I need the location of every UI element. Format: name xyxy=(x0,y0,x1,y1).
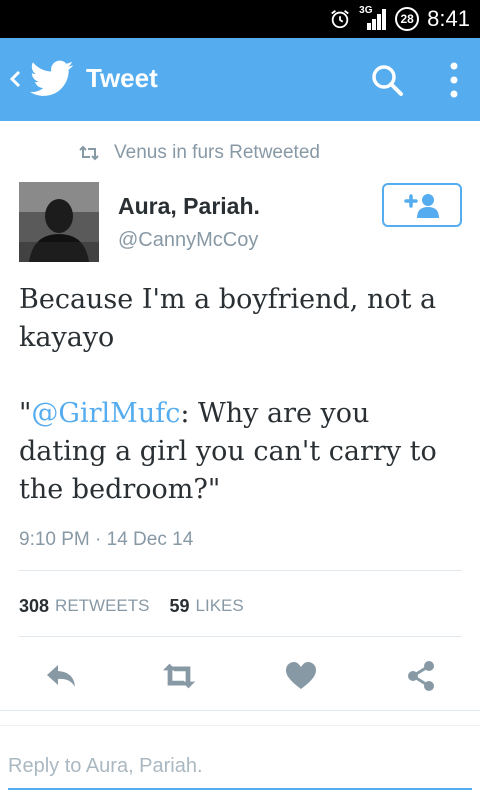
tweet-stats: 308 RETWEETS 59 LIKES xyxy=(19,594,264,618)
tweet-quote: "@GirlMufc: Why are you dating a girl yo… xyxy=(19,398,437,505)
avatar[interactable] xyxy=(19,182,99,262)
page-title: Tweet xyxy=(86,63,158,93)
retweet-context: Venus in furs Retweeted xyxy=(78,141,320,165)
divider xyxy=(0,725,480,726)
reply-button[interactable] xyxy=(43,658,79,694)
status-bar: 3G 28 8:41 xyxy=(0,0,480,38)
retweet-label[interactable]: RETWEETS xyxy=(55,596,149,616)
tweet-text: Because I'm a boyfriend, not a kayayo "@… xyxy=(19,281,464,509)
back-chevron-icon[interactable] xyxy=(6,66,24,92)
author-handle[interactable]: @CannyMcCoy xyxy=(118,229,258,252)
signal-icon: 3G xyxy=(359,5,387,31)
retweet-count[interactable]: 308 xyxy=(19,596,49,617)
tweet-timestamp: 9:10 PM · 14 Dec 14 xyxy=(19,529,194,550)
alarm-icon xyxy=(331,10,349,29)
reply-icon xyxy=(47,665,75,687)
like-count[interactable]: 59 xyxy=(170,596,190,617)
divider xyxy=(19,570,462,571)
twitter-bird-icon[interactable] xyxy=(30,60,74,98)
retweet-context-text: Venus in furs Retweeted xyxy=(114,142,320,163)
like-button[interactable] xyxy=(283,658,319,694)
tweet-actions xyxy=(0,652,480,700)
reply-underline xyxy=(8,788,472,790)
tweet-line: Because I'm a boyfriend, not a kayayo xyxy=(19,284,437,353)
share-button[interactable] xyxy=(403,658,439,694)
overflow-menu-icon[interactable] xyxy=(444,60,464,100)
retweet-icon xyxy=(79,145,99,161)
status-icons: 3G 28 8:41 xyxy=(329,0,470,38)
reply-input[interactable] xyxy=(8,748,468,784)
author-name[interactable]: Aura, Pariah. xyxy=(118,193,260,220)
divider xyxy=(0,710,480,711)
search-icon[interactable] xyxy=(370,63,404,97)
follow-button[interactable] xyxy=(382,183,462,227)
follow-user-icon xyxy=(404,194,439,218)
app-header: Tweet xyxy=(0,38,480,121)
status-time: 8:41 xyxy=(427,6,470,31)
retweet-button[interactable] xyxy=(161,658,197,694)
retweet-icon xyxy=(162,663,196,689)
like-heart-icon xyxy=(286,662,316,689)
mention-link[interactable]: @GirlMufc xyxy=(31,398,180,429)
like-label[interactable]: LIKES xyxy=(196,596,244,616)
battery-icon: 28 xyxy=(395,7,420,31)
divider xyxy=(19,636,462,637)
share-icon xyxy=(408,661,434,691)
